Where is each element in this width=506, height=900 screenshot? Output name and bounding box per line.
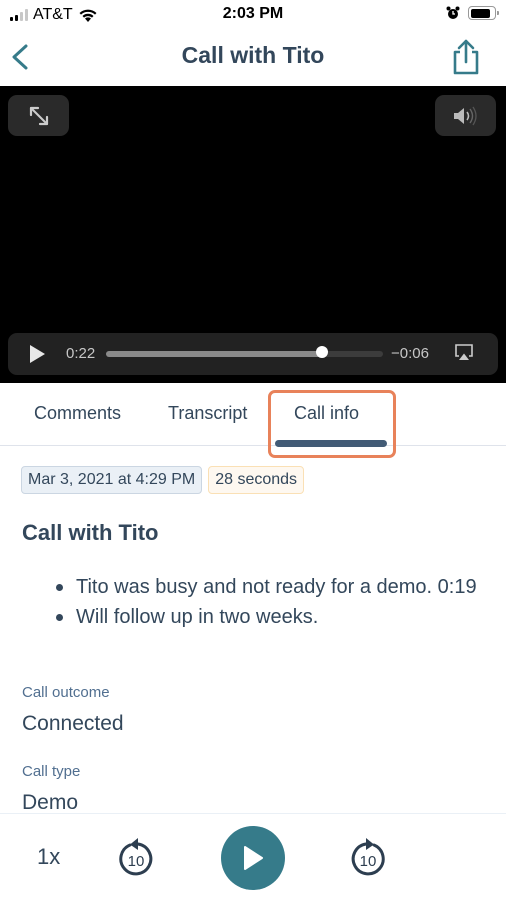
video-player[interactable]: 0:22 −0:06 bbox=[0, 86, 506, 383]
call-title: Call with Tito bbox=[22, 520, 159, 545]
tab-call-info[interactable]: Call info bbox=[294, 403, 359, 424]
note-item: Will follow up in two weeks. bbox=[52, 602, 492, 632]
share-icon bbox=[453, 39, 479, 75]
expand-icon bbox=[29, 106, 48, 125]
alarm-icon bbox=[446, 6, 460, 19]
play-icon bbox=[30, 345, 45, 363]
share-button[interactable] bbox=[450, 38, 482, 76]
volume-button[interactable] bbox=[435, 95, 496, 136]
skip-forward-button[interactable]: 10 bbox=[348, 836, 388, 883]
rewind-10-icon: 10 bbox=[119, 838, 153, 876]
scrubber-thumb[interactable] bbox=[316, 346, 329, 358]
nav-bar: Call with Tito bbox=[0, 30, 506, 86]
active-tab-indicator bbox=[275, 440, 387, 447]
duration-badge: 28 seconds bbox=[208, 466, 305, 494]
back-button[interactable] bbox=[8, 40, 32, 74]
svg-text:10: 10 bbox=[128, 853, 145, 870]
tab-comments[interactable]: Comments bbox=[34, 403, 121, 424]
page-title: Call with Tito bbox=[181, 42, 325, 68]
remaining-time: −0:06 bbox=[391, 345, 429, 362]
expand-button[interactable] bbox=[8, 95, 69, 136]
badges: Mar 3, 2021 at 4:29 PM 28 seconds bbox=[21, 466, 305, 494]
scrubber-fill bbox=[106, 351, 323, 357]
note-item: Tito was busy and not ready for a demo. … bbox=[52, 572, 492, 602]
status-time: 2:03 PM bbox=[222, 5, 284, 22]
call-info-panel: Mar 3, 2021 at 4:29 PM 28 seconds Call w… bbox=[0, 448, 506, 813]
call-notes: Tito was busy and not ready for a demo. … bbox=[52, 572, 492, 632]
status-bar: AT&T 2:03 PM bbox=[0, 0, 506, 30]
call-type-label: Call type bbox=[22, 763, 81, 780]
video-scrubber[interactable] bbox=[106, 346, 383, 358]
tab-bar: Comments Transcript Call info bbox=[0, 383, 506, 458]
current-time: 0:22 bbox=[66, 345, 96, 362]
svg-text:10: 10 bbox=[360, 853, 377, 870]
call-outcome-label: Call outcome bbox=[22, 684, 110, 701]
call-type-value: Demo bbox=[22, 791, 79, 813]
skip-back-button[interactable]: 10 bbox=[116, 836, 156, 883]
forward-10-icon: 10 bbox=[351, 838, 385, 876]
status-right bbox=[446, 6, 499, 20]
play-icon bbox=[244, 846, 263, 870]
video-controls: 0:22 −0:06 bbox=[8, 333, 498, 375]
audio-player-bar: 1x 10 10 bbox=[0, 813, 506, 900]
chevron-left-icon bbox=[12, 44, 28, 70]
video-play-button[interactable] bbox=[28, 344, 46, 369]
airplay-icon bbox=[455, 344, 473, 360]
date-badge: Mar 3, 2021 at 4:29 PM bbox=[21, 466, 203, 494]
battery-icon bbox=[468, 6, 499, 20]
volume-icon bbox=[453, 106, 477, 125]
playback-speed-button[interactable]: 1x bbox=[37, 844, 60, 870]
call-outcome-value: Connected bbox=[22, 712, 124, 735]
main-play-button[interactable] bbox=[221, 826, 285, 890]
airplay-button[interactable] bbox=[454, 343, 474, 366]
tab-transcript[interactable]: Transcript bbox=[168, 403, 247, 424]
